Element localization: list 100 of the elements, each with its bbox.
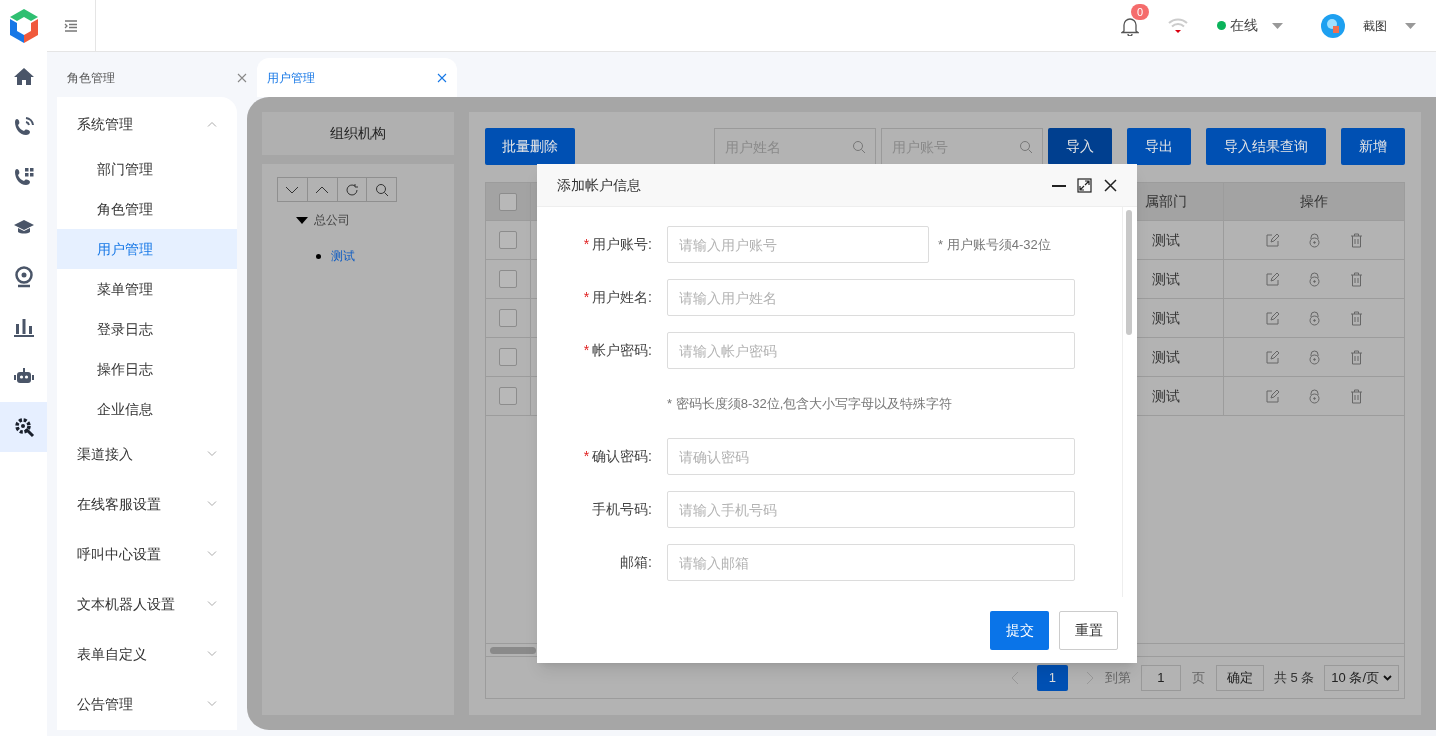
page-button[interactable]: 1 <box>1036 664 1068 691</box>
edit-icon[interactable] <box>1264 349 1280 365</box>
chevron-down-icon <box>207 701 217 707</box>
toolbar-button[interactable]: 导入 <box>1048 128 1112 165</box>
menu-item[interactable]: 用户管理 <box>57 229 237 269</box>
menu-group[interactable]: 文本机器人设置 <box>57 579 237 629</box>
close-icon[interactable] <box>1104 178 1117 192</box>
gear-wrench-icon <box>12 416 35 438</box>
checkbox[interactable] <box>499 387 517 405</box>
input-field[interactable]: 请输入用户账号 <box>667 226 929 263</box>
page-number-field[interactable]: 1 <box>1140 664 1181 691</box>
lock-icon[interactable] <box>1306 310 1322 326</box>
refresh-icon <box>344 182 359 197</box>
menu-group[interactable]: 表单自定义 <box>57 629 237 679</box>
previous-page-icon[interactable] <box>1010 670 1019 685</box>
edit-icon[interactable] <box>1264 310 1280 326</box>
trash-icon[interactable] <box>1348 232 1364 248</box>
menu-group[interactable]: 系统管理 <box>57 99 237 149</box>
page-unit-label: 页 <box>1191 668 1205 687</box>
bullet-icon <box>316 253 321 259</box>
phone-grid-icon <box>12 166 35 188</box>
menu-item[interactable]: 部门管理 <box>57 149 237 189</box>
lock-icon[interactable] <box>1306 349 1322 365</box>
table-cell-text: 测试 <box>1151 269 1180 289</box>
avatar-icon[interactable] <box>1321 13 1345 38</box>
trash-icon[interactable] <box>1348 271 1364 287</box>
trash-icon[interactable] <box>1348 310 1364 326</box>
menu-group[interactable]: 在线客服设置 <box>57 479 237 529</box>
table-cell-text: 测试 <box>1151 308 1180 328</box>
phone-wave-icon <box>12 116 35 138</box>
field-label: 邮箱: <box>619 553 652 572</box>
table-cell-text: 测试 <box>1151 386 1180 406</box>
column-header: 操作 <box>1300 192 1328 211</box>
submit-button[interactable]: 提交 <box>990 610 1049 650</box>
edit-icon[interactable] <box>1264 232 1280 248</box>
batch-delete-button[interactable]: 批量删除 <box>485 128 575 165</box>
table-cell-text: 测试 <box>1151 230 1180 250</box>
toolbar-button[interactable]: 导出 <box>1127 128 1191 165</box>
edit-icon[interactable] <box>1264 388 1280 404</box>
trash-icon[interactable] <box>1348 388 1364 404</box>
status-label: 在线 <box>1230 16 1258 35</box>
field-label: * 确认密码: <box>582 447 652 466</box>
tab[interactable]: 角色管理 <box>57 58 257 97</box>
checkbox[interactable] <box>499 348 517 366</box>
expand-toggle-icon[interactable] <box>296 216 308 224</box>
search-icon <box>1019 140 1033 154</box>
table-cell-text: 测试 <box>1151 347 1180 367</box>
menu-icon[interactable] <box>64 19 78 32</box>
bar-chart-icon <box>12 316 35 338</box>
menu-group[interactable]: 渠道接入 <box>57 429 237 479</box>
menu-group[interactable]: 呼叫中心设置 <box>57 529 237 579</box>
column-header: 属部门 <box>1144 192 1187 211</box>
page-size-select[interactable]: 10 条/页 <box>1324 664 1399 691</box>
tab[interactable]: 用户管理 <box>257 58 457 97</box>
chevron-down-icon <box>285 185 300 194</box>
menu-item[interactable]: 菜单管理 <box>57 269 237 309</box>
next-page-icon[interactable] <box>1085 670 1094 685</box>
notification-bell-icon[interactable] <box>1121 15 1139 36</box>
chevron-down-icon <box>207 501 217 507</box>
lock-icon[interactable] <box>1306 388 1322 404</box>
input-field[interactable]: 请输入邮箱 <box>667 544 1075 581</box>
input-field[interactable]: 请确认密码 <box>667 438 1075 475</box>
input-field[interactable]: 请输入用户姓名 <box>667 279 1075 316</box>
maximize-icon[interactable] <box>1077 177 1092 193</box>
input-field[interactable]: 请输入手机号码 <box>667 491 1075 528</box>
input-field[interactable]: 请输入帐户密码 <box>667 332 1075 369</box>
menu-item[interactable]: 企业信息 <box>57 389 237 429</box>
search-icon <box>852 140 866 154</box>
reset-button[interactable]: 重置 <box>1059 610 1118 650</box>
notification-count-badge: 0 <box>1131 3 1150 20</box>
menu-item[interactable]: 登录日志 <box>57 309 237 349</box>
goto-label: 到第 <box>1104 668 1131 687</box>
field-hint: * 用户账号须4-32位 <box>938 235 1051 254</box>
field-label: * 用户姓名: <box>582 288 652 307</box>
toolbar-button[interactable]: 新增 <box>1341 128 1405 165</box>
checkbox[interactable] <box>499 309 517 327</box>
vertical-scrollbar[interactable] <box>1125 210 1132 335</box>
chevron-down-icon <box>207 601 217 607</box>
search-icon <box>374 182 389 197</box>
password-rule-note: * 密码长度须8-32位,包含大小写字母以及特殊字符 <box>666 394 954 413</box>
lock-icon[interactable] <box>1306 271 1322 287</box>
chevron-down-icon <box>207 651 217 657</box>
checkbox[interactable] <box>499 231 517 249</box>
checkbox[interactable] <box>499 270 517 288</box>
chevron-down-icon <box>1383 674 1392 681</box>
trash-icon[interactable] <box>1348 349 1364 365</box>
checkbox[interactable] <box>499 192 517 211</box>
menu-item[interactable]: 操作日志 <box>57 349 237 389</box>
caret-icon[interactable] <box>1272 22 1283 29</box>
menu-group[interactable]: 公告管理 <box>57 679 237 729</box>
caret-icon[interactable] <box>1405 22 1416 29</box>
dialog-title: 添加帐户信息 <box>557 175 642 195</box>
tree-node[interactable]: 总公司 <box>314 211 350 229</box>
toolbar-button[interactable]: 导入结果查询 <box>1206 128 1326 165</box>
horizontal-scrollbar[interactable] <box>490 646 536 654</box>
chevron-down-icon <box>207 451 217 457</box>
confirm-button[interactable]: 确定 <box>1215 664 1264 691</box>
lock-icon[interactable] <box>1306 232 1322 248</box>
menu-item[interactable]: 角色管理 <box>57 189 237 229</box>
edit-icon[interactable] <box>1264 271 1280 287</box>
